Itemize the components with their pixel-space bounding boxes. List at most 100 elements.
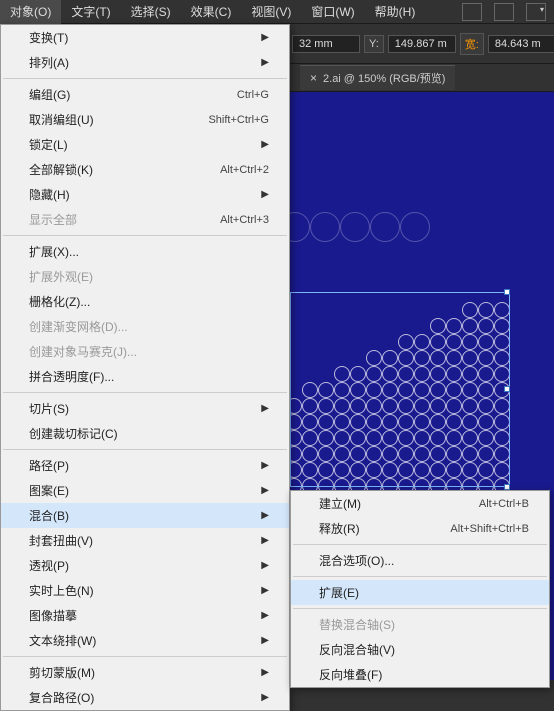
menubar: 对象(O) 文字(T) 选择(S) 效果(C) 视图(V) 窗口(W) 帮助(H… [0,0,554,24]
object-menu-item: 显示全部 Alt+Ctrl+3 [1,207,289,232]
menu-item-label: 创建裁切标记(C) [29,425,118,442]
blend-submenu-item[interactable]: 释放(R) Alt+Shift+Ctrl+B [291,516,549,541]
object-menu-item[interactable]: 封套扭曲(V) ▶ [1,528,289,553]
menu-window[interactable]: 窗口(W) [301,0,364,24]
object-menu-item[interactable]: 混合(B)▶ [1,503,289,528]
menu-item-label: 反向混合轴(V) [319,641,395,658]
menu-item-label: 创建对象马赛克(J)... [29,343,137,360]
selection-handle-mr[interactable] [504,386,510,392]
object-menu-item: 扩展外观(E) [1,264,289,289]
object-menu-item[interactable]: 文本绕排(W)▶ [1,628,289,653]
menu-item-label: 建立(M) [319,495,361,512]
submenu-arrow-icon: ▶ [261,610,269,621]
object-menu-item[interactable]: 全部解锁(K) Alt+Ctrl+2 [1,157,289,182]
object-menu-item: 创建对象马赛克(J)... [1,339,289,364]
x-value[interactable]: 32 mm [292,35,360,53]
menu-item-label: 取消编组(U) [29,111,94,128]
menu-item-label: 变换(T) [29,29,68,46]
object-menu-item[interactable]: 排列(A) ▶ [1,50,289,75]
submenu-arrow-icon: ▶ [261,460,269,471]
menu-item-label: 替换混合轴(S) [319,616,395,633]
blend-circle [370,212,400,242]
submenu-arrow-icon: ▶ [261,560,269,571]
object-menu-item[interactable]: 图案(E)▶ [1,478,289,503]
submenu-arrow-icon: ▶ [261,139,269,150]
layout-icon-2[interactable] [494,3,514,21]
menu-effect[interactable]: 效果(C) [181,0,242,24]
menu-item-label: 透视(P) [29,557,69,574]
object-menu-item[interactable]: 复合路径(O)▶ [1,685,289,710]
object-menu-item[interactable]: 变换(T)▶ [1,25,289,50]
blend-submenu-item: 替换混合轴(S) [291,612,549,637]
blend-submenu: 建立(M) Alt+Ctrl+B 释放(R) Alt+Shift+Ctrl+B 混合选项… [290,490,550,688]
menu-item-label: 隐藏(H) [29,186,70,203]
menu-object[interactable]: 对象(O) [0,0,61,24]
submenu-arrow-icon: ▶ [261,189,269,200]
menu-item-label: 混合(B) [29,507,69,524]
object-menu-item[interactable]: 锁定(L) ▶ [1,132,289,157]
menu-item-label: 封套扭曲(V) [29,532,93,549]
layout-icon-3[interactable]: ▾ [526,3,546,21]
menu-item-label: 释放(R) [319,520,360,537]
submenu-arrow-icon: ▶ [261,535,269,546]
menu-shortcut: Alt+Ctrl+3 [220,214,269,226]
object-menu-item[interactable]: 栅格化(Z)... [1,289,289,314]
blend-circle [340,212,370,242]
layout-icon-1[interactable] [462,3,482,21]
object-menu-item[interactable]: 拼合透明度(F)... [1,364,289,389]
object-menu-item[interactable]: 实时上色(N) ▶ [1,578,289,603]
selection-bounds [290,292,510,487]
document-tab[interactable]: × 2.ai @ 150% (RGB/预览) [300,65,455,90]
blend-submenu-item[interactable]: 反向混合轴(V) [291,637,549,662]
menu-item-label: 栅格化(Z)... [29,293,90,310]
object-menu-item[interactable]: 图像描摹 ▶ [1,603,289,628]
object-menu-item[interactable]: 编组(G) Ctrl+G [1,82,289,107]
menu-type[interactable]: 文字(T) [61,0,120,24]
submenu-arrow-icon: ▶ [261,57,269,68]
blend-submenu-item[interactable]: 建立(M) Alt+Ctrl+B [291,491,549,516]
object-menu-item[interactable]: 扩展(X)... [1,239,289,264]
blend-submenu-item[interactable]: 混合选项(O)... [291,548,549,573]
object-menu-item[interactable]: 路径(P) ▶ [1,453,289,478]
menu-view[interactable]: 视图(V) [241,0,301,24]
object-menu-item[interactable]: 透视(P) ▶ [1,553,289,578]
tab-title: 2.ai @ 150% (RGB/预览) [323,70,445,86]
blend-circle [400,212,430,242]
submenu-arrow-icon: ▶ [261,585,269,596]
object-menu-item[interactable]: 取消编组(U)Shift+Ctrl+G [1,107,289,132]
object-menu-item[interactable]: 剪切蒙版(M)▶ [1,660,289,685]
menu-select[interactable]: 选择(S) [121,0,181,24]
menu-item-label: 路径(P) [29,457,69,474]
menu-shortcut: Alt+Shift+Ctrl+B [450,523,529,535]
blend-submenu-item[interactable]: 扩展(E) [291,580,549,605]
menu-item-label: 显示全部 [29,211,77,228]
blend-submenu-item[interactable]: 反向堆叠(F) [291,662,549,687]
object-menu-item[interactable]: 创建裁切标记(C) [1,421,289,446]
blend-circle [310,212,340,242]
object-menu-item[interactable]: 隐藏(H) ▶ [1,182,289,207]
y-value[interactable]: 149.867 m [388,35,456,53]
w-value[interactable]: 84.643 m [488,35,554,53]
menu-help[interactable]: 帮助(H) [365,0,426,24]
submenu-arrow-icon: ▶ [261,485,269,496]
menu-shortcut: Alt+Ctrl+2 [220,164,269,176]
menu-item-label: 实时上色(N) [29,582,94,599]
w-label: 宽: [460,33,484,55]
menu-item-label: 全部解锁(K) [29,161,93,178]
menu-item-label: 编组(G) [29,86,70,103]
menu-item-label: 锁定(L) [29,136,68,153]
object-menu-item[interactable]: 切片(S)▶ [1,396,289,421]
tab-close[interactable]: × [310,71,317,85]
menu-item-label: 拼合透明度(F)... [29,368,114,385]
menu-item-label: 切片(S) [29,400,69,417]
menu-shortcut: Ctrl+G [237,89,269,101]
selection-handle-tr[interactable] [504,289,510,295]
menu-item-label: 图像描摹 [29,607,77,624]
menu-shortcut: Alt+Ctrl+B [479,498,529,510]
menu-item-label: 排列(A) [29,54,69,71]
menu-item-label: 剪切蒙版(M) [29,664,95,681]
object-menu-dropdown: 变换(T)▶排列(A)▶编组(G)Ctrl+G取消编组(U)Shift+Ctrl… [0,24,290,711]
menu-item-label: 文本绕排(W) [29,632,96,649]
object-menu-item: 创建渐变网格(D)... [1,314,289,339]
menu-item-label: 扩展(E) [319,584,359,601]
